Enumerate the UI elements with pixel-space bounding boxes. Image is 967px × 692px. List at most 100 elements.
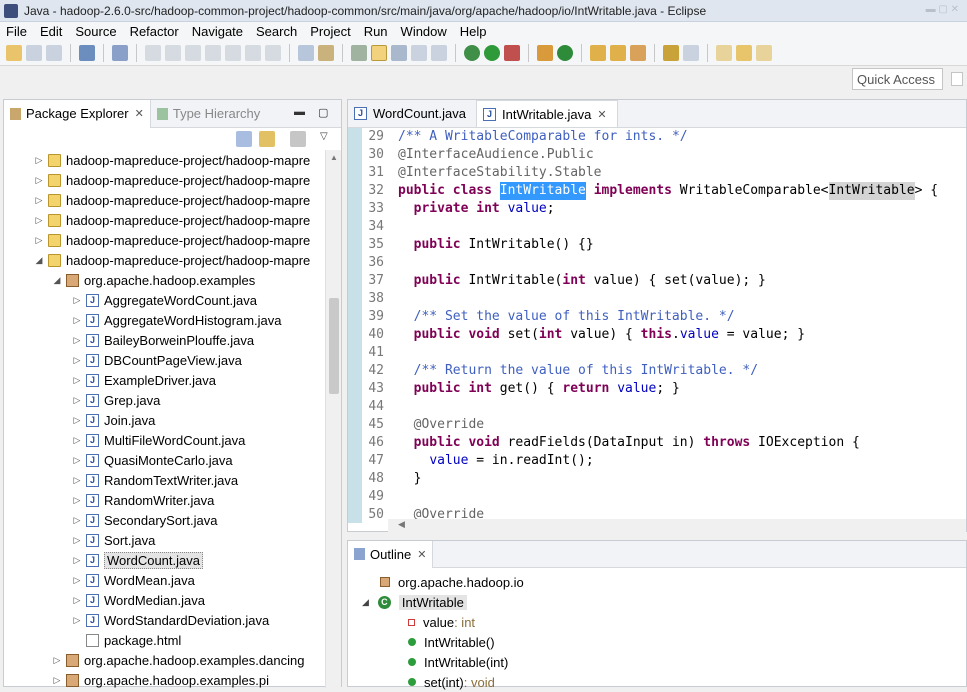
expand-arrow-icon[interactable]: ▷ bbox=[72, 455, 82, 466]
step-over-icon[interactable] bbox=[245, 44, 261, 61]
menu-project[interactable]: Project bbox=[310, 24, 350, 39]
project-row[interactable]: ▷ hadoop-mapreduce-project/hadoop-mapre bbox=[4, 170, 326, 190]
expand-arrow-icon[interactable]: ▷ bbox=[34, 215, 44, 226]
window-controls[interactable]: ▬ ▢ ✕ bbox=[926, 4, 959, 15]
file-row[interactable]: ▷ J WordMedian.java bbox=[4, 590, 326, 610]
file-row[interactable]: package.html bbox=[4, 630, 326, 650]
package-row[interactable]: ◢ org.apache.hadoop.examples bbox=[4, 270, 326, 290]
outline-item[interactable]: org.apache.hadoop.io bbox=[348, 572, 966, 592]
view-menu-icon[interactable]: ▽ bbox=[320, 131, 328, 142]
outline-item[interactable]: IntWritable() bbox=[348, 632, 966, 652]
file-row[interactable]: ▷ J BaileyBorweinPlouffe.java bbox=[4, 330, 326, 350]
project-row[interactable]: ▷ hadoop-mapreduce-project/hadoop-mapre bbox=[4, 210, 326, 230]
tab-outline[interactable]: Outline ✕ bbox=[348, 540, 434, 568]
expand-arrow-icon[interactable]: ▷ bbox=[34, 175, 44, 186]
save-all-icon[interactable] bbox=[46, 44, 62, 61]
open-type-icon[interactable] bbox=[351, 44, 367, 61]
file-row[interactable]: ▷ J DBCountPageView.java bbox=[4, 350, 326, 370]
expand-arrow-icon[interactable]: ▷ bbox=[72, 615, 82, 626]
forward-icon[interactable] bbox=[756, 44, 772, 61]
code-line[interactable]: 43 public int get() { return value; } bbox=[362, 380, 966, 398]
code-line[interactable]: 47 value = in.readInt(); bbox=[362, 452, 966, 470]
code-line[interactable]: 38 bbox=[362, 290, 966, 308]
menu-window[interactable]: Window bbox=[401, 24, 447, 39]
project-row[interactable]: ▷ hadoop-mapreduce-project/hadoop-mapre bbox=[4, 230, 326, 250]
code-line[interactable]: 46 public void readFields(DataInput in) … bbox=[362, 434, 966, 452]
tab-type-hierarchy[interactable]: Type Hierarchy bbox=[151, 100, 266, 128]
file-row[interactable]: ▷ J AggregateWordHistogram.java bbox=[4, 310, 326, 330]
file-row[interactable]: ▷ J SecondarySort.java bbox=[4, 510, 326, 530]
search-icon[interactable] bbox=[630, 44, 646, 61]
expand-arrow-icon[interactable]: ▷ bbox=[72, 435, 82, 446]
code-line[interactable]: 45 @Override bbox=[362, 416, 966, 434]
vertical-scrollbar[interactable]: ▲ bbox=[325, 150, 341, 688]
back-dropdown-icon[interactable] bbox=[736, 44, 752, 61]
code-line[interactable]: 41 bbox=[362, 344, 966, 362]
focus-icon[interactable] bbox=[290, 131, 306, 147]
file-row[interactable]: ▷ J Grep.java bbox=[4, 390, 326, 410]
link-with-editor-icon[interactable] bbox=[259, 131, 275, 147]
expand-arrow-icon[interactable]: ▷ bbox=[52, 655, 62, 666]
expand-arrow-icon[interactable]: ▷ bbox=[72, 515, 82, 526]
code-line[interactable]: 36 bbox=[362, 254, 966, 272]
expand-arrow-icon[interactable]: ▷ bbox=[72, 375, 82, 386]
expand-arrow-icon[interactable]: ▷ bbox=[72, 535, 82, 546]
expand-arrow-icon[interactable]: ▷ bbox=[52, 675, 62, 686]
expand-arrow-icon[interactable]: ▷ bbox=[72, 575, 82, 586]
code-line[interactable]: 40 public void set(int value) { this. val… bbox=[362, 326, 966, 344]
highlight-icon[interactable] bbox=[371, 44, 387, 61]
drop-frame-icon[interactable] bbox=[298, 44, 314, 61]
collapse-arrow-icon[interactable]: ◢ bbox=[362, 597, 369, 608]
code-line[interactable]: 29 /** A WritableComparable for ints. */ bbox=[362, 128, 966, 146]
expand-arrow-icon[interactable]: ▷ bbox=[72, 555, 82, 566]
show-whitespace-icon[interactable] bbox=[411, 44, 427, 61]
file-row[interactable]: ▷ J Sort.java bbox=[4, 530, 326, 550]
expand-arrow-icon[interactable]: ▷ bbox=[34, 195, 44, 206]
menu-help[interactable]: Help bbox=[460, 24, 487, 39]
code-line[interactable]: 34 bbox=[362, 218, 966, 236]
code-line[interactable]: 30 @InterfaceAudience. Public bbox=[362, 146, 966, 164]
outline-item[interactable]: ◢ C IntWritable bbox=[348, 592, 966, 612]
close-icon[interactable]: ✕ bbox=[135, 107, 144, 120]
close-icon[interactable]: ✕ bbox=[417, 548, 426, 561]
package-row[interactable]: ▷ org.apache.hadoop.examples.pi bbox=[4, 670, 326, 688]
perspective-switcher[interactable] bbox=[951, 72, 963, 86]
step-return-icon[interactable] bbox=[265, 44, 281, 61]
suspend-icon[interactable] bbox=[165, 44, 181, 61]
next-annotation-icon[interactable] bbox=[391, 44, 407, 61]
terminal-icon[interactable] bbox=[79, 44, 95, 61]
next-edit-icon[interactable] bbox=[663, 44, 679, 61]
outline-item[interactable]: set(int) : void bbox=[348, 672, 966, 692]
code-line[interactable]: 39 /** Set the value of this IntWritable… bbox=[362, 308, 966, 326]
scroll-left-icon[interactable]: ◀ bbox=[398, 519, 405, 530]
horizontal-scrollbar[interactable]: ◀ bbox=[388, 519, 966, 533]
back-icon[interactable] bbox=[716, 44, 732, 61]
file-row[interactable]: ▷ J RandomWriter.java bbox=[4, 490, 326, 510]
block-selection-icon[interactable] bbox=[431, 44, 447, 61]
expand-arrow-icon[interactable]: ▷ bbox=[72, 315, 82, 326]
new-icon[interactable] bbox=[6, 44, 22, 61]
file-row[interactable]: ▷ J QuasiMonteCarlo.java bbox=[4, 450, 326, 470]
code-line[interactable]: 44 bbox=[362, 398, 966, 416]
menu-run[interactable]: Run bbox=[364, 24, 388, 39]
project-row[interactable]: ▷ hadoop-mapreduce-project/hadoop-mapre bbox=[4, 190, 326, 210]
resume-icon[interactable] bbox=[145, 44, 161, 61]
file-row[interactable]: ▷ J Join.java bbox=[4, 410, 326, 430]
terminate-icon[interactable] bbox=[185, 44, 201, 61]
scrollbar-thumb[interactable] bbox=[329, 298, 339, 394]
disconnect-icon[interactable] bbox=[205, 44, 221, 61]
coverage-icon[interactable] bbox=[504, 44, 520, 61]
last-edit-icon[interactable] bbox=[683, 44, 699, 61]
step-into-icon[interactable] bbox=[225, 44, 241, 61]
code-line[interactable]: 31 @InterfaceStability. Stable bbox=[362, 164, 966, 182]
expand-arrow-icon[interactable]: ▷ bbox=[34, 235, 44, 246]
code-line[interactable]: 35 public IntWritable() {} bbox=[362, 236, 966, 254]
expand-arrow-icon[interactable]: ▷ bbox=[72, 415, 82, 426]
file-row[interactable]: ▷ J AggregateWordCount.java bbox=[4, 290, 326, 310]
tab-intwritable[interactable]: J IntWritable.java ✕ bbox=[475, 100, 618, 127]
file-row[interactable]: ▷ J RandomTextWriter.java bbox=[4, 470, 326, 490]
menu-source[interactable]: Source bbox=[75, 24, 116, 39]
quick-access-input[interactable]: Quick Access bbox=[852, 68, 943, 90]
code-line[interactable]: 32 public class IntWritable implements Wr… bbox=[362, 182, 966, 200]
open-folder-icon[interactable] bbox=[590, 44, 606, 61]
